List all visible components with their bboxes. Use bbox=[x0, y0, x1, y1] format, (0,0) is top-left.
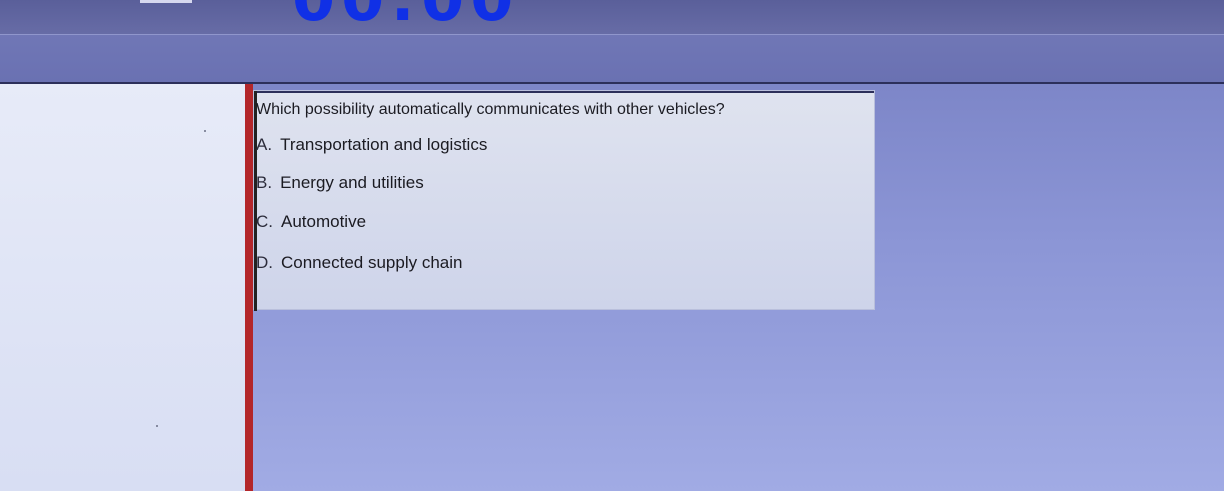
panel-divider bbox=[245, 84, 253, 491]
answer-option-b[interactable]: B. Energy and utilities bbox=[256, 173, 424, 193]
option-letter: A. bbox=[256, 135, 273, 154]
question-card-left-border bbox=[254, 91, 257, 311]
option-label: Automotive bbox=[281, 212, 367, 231]
option-label: Energy and utilities bbox=[280, 173, 424, 192]
option-label: Connected supply chain bbox=[281, 253, 463, 272]
question-card: Which possibility automatically communic… bbox=[253, 90, 875, 311]
toolbar-highlight-line bbox=[0, 34, 1224, 35]
question-card-top-border bbox=[254, 91, 874, 93]
question-text: Which possibility automatically communic… bbox=[256, 101, 725, 118]
screen-speck bbox=[204, 130, 206, 132]
answer-option-d[interactable]: D. Connected supply chain bbox=[256, 253, 462, 273]
option-letter: C. bbox=[256, 212, 273, 231]
screen-speck bbox=[156, 425, 158, 427]
toolbar-strip bbox=[0, 34, 1224, 84]
option-letter: B. bbox=[256, 173, 273, 192]
header-edge-chip bbox=[140, 0, 192, 3]
answer-option-c[interactable]: C. Automotive bbox=[256, 212, 366, 232]
countdown-timer: 00:00 bbox=[292, 0, 519, 30]
answer-option-a[interactable]: A. Transportation and logistics bbox=[256, 135, 487, 155]
left-side-panel bbox=[0, 84, 245, 491]
option-label: Transportation and logistics bbox=[280, 135, 488, 154]
top-header-band: 00:00 bbox=[0, 0, 1224, 34]
option-letter: D. bbox=[256, 253, 273, 272]
